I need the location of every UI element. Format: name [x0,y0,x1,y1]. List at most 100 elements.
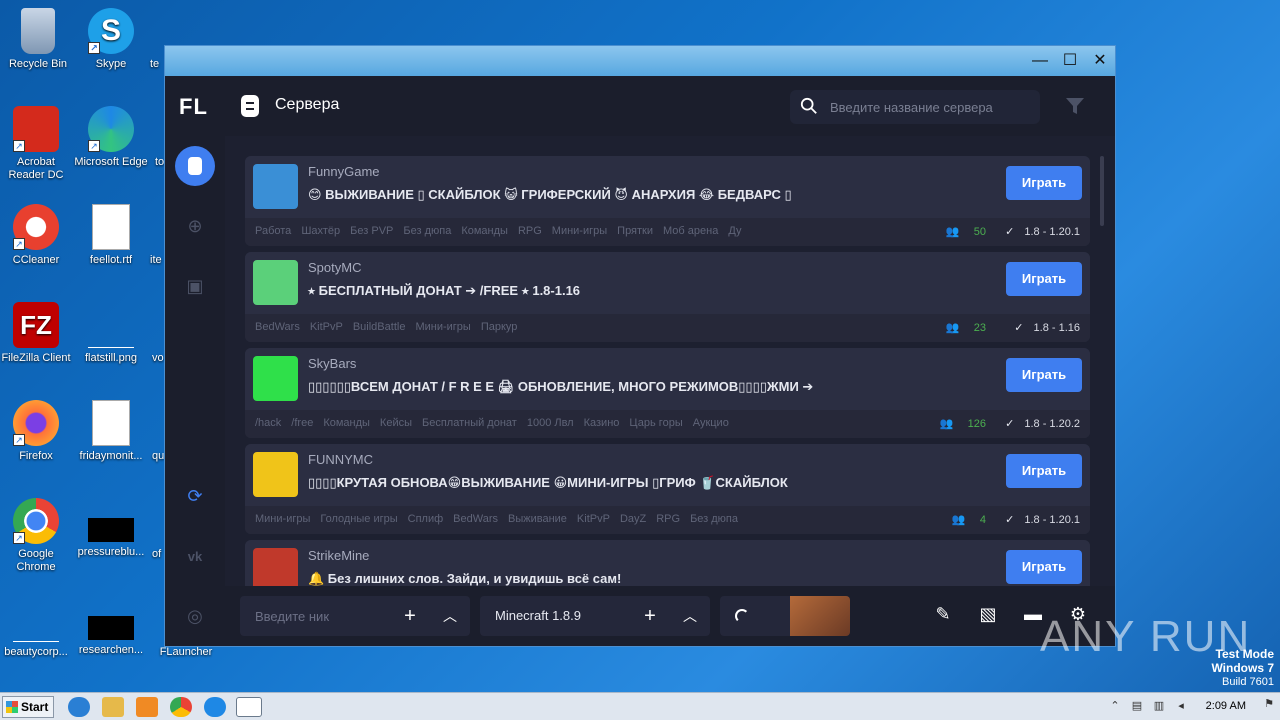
server-tag[interactable]: RPG [656,513,680,525]
desktop-icon-beautycorp[interactable]: beautycorp... [0,596,74,659]
server-tag[interactable]: BuildBattle [353,321,406,333]
server-search[interactable] [790,90,1040,124]
server-tag[interactable]: KitPvP [577,513,610,525]
add-version-button[interactable]: + [630,596,670,636]
desktop-icon-chrome[interactable]: ↗ Google Chrome [0,498,74,574]
flauncher-taskbar-icon[interactable] [236,697,262,717]
clock[interactable]: 2:09 AM [1206,700,1246,712]
server-thumbnail [253,164,298,209]
desktop-icon-filezilla[interactable]: FZ FileZilla Client [0,302,74,365]
sidebar-support-button[interactable]: ◎ [175,596,215,636]
server-tag[interactable]: DayZ [620,513,646,525]
server-tag[interactable]: Мини-игры [415,321,470,333]
server-tag[interactable]: Моб арена [663,225,718,237]
network-icon[interactable]: ▥ [1152,699,1166,713]
server-tag[interactable]: BedWars [255,321,300,333]
server-tag[interactable]: Шахтёр [301,225,340,237]
nickname-input[interactable] [240,596,390,636]
flag-icon[interactable]: ⚑ [1262,697,1276,711]
edit-icon[interactable]: ✎ [932,604,954,626]
ie-icon[interactable] [68,697,90,717]
server-tag[interactable]: Голодные игры [320,513,397,525]
server-card[interactable]: StrikeMine 🔔 Без лишних слов. Зайди, и ув… [245,540,1090,586]
sidebar-refresh-button[interactable]: ⟳ [175,476,215,516]
server-tag[interactable]: Работа [255,225,291,237]
server-tag[interactable]: Казино [584,417,620,429]
server-tag[interactable]: 1000 Лвл [527,417,574,429]
server-tag[interactable]: Без PVP [350,225,393,237]
server-tag[interactable]: Мини-игры [255,513,310,525]
sidebar-gift-button[interactable]: ▣ [175,266,215,306]
window-titlebar[interactable]: — ☐ ✕ [165,46,1115,76]
add-nick-button[interactable]: + [390,596,430,636]
sidebar-servers-button[interactable] [175,146,215,186]
nick-dropdown-button[interactable]: ︿ [430,596,470,636]
server-tag[interactable]: Без дюпа [690,513,738,525]
desktop-icon-skype[interactable]: S ↗ Skype [73,8,149,71]
server-tag[interactable]: Ду [728,225,741,237]
version-range: ✓ 1.8 - 1.20.2 [1005,418,1080,430]
server-card[interactable]: FunnyGame 😊 ВЫЖИВАНИЕ ▯ СКАЙБЛОК 😺 ГРИФЕР… [245,156,1090,246]
sidebar-crosshair-button[interactable]: ⊕ [175,206,215,246]
version-dropdown-button[interactable]: ︿ [670,596,710,636]
scrollbar[interactable] [1100,156,1104,226]
volume-icon[interactable]: ◂ [1174,699,1188,713]
check-icon: ✓ [1005,514,1015,526]
server-tag[interactable]: /hack [255,417,281,429]
desktop-icon-pressureblu[interactable]: pressureblu... [73,498,149,559]
filter-icon[interactable] [1065,96,1085,116]
action-center-icon[interactable]: ▤ [1130,699,1144,713]
image-icon[interactable]: ▧ [977,604,999,626]
play-button[interactable]: Играть [1006,454,1082,488]
server-tag[interactable]: Аукцио [693,417,729,429]
search-input[interactable] [830,90,1030,124]
launch-button[interactable] [720,596,850,636]
players-icon: 👥 [945,322,960,334]
tray-expand-icon[interactable]: ⌃ [1108,699,1122,713]
desktop-icon-edge[interactable]: ↗ Microsoft Edge [73,106,149,169]
minimize-button[interactable]: — [1025,46,1055,76]
server-tag[interactable]: RPG [518,225,542,237]
server-tag[interactable]: Команды [323,417,370,429]
play-button[interactable]: Играть [1006,358,1082,392]
sidebar-vk-button[interactable]: vk [175,536,215,576]
desktop-icon-firefox[interactable]: ↗ Firefox [0,400,74,463]
desktop-icon-ccleaner[interactable]: ↗ CCleaner [0,204,74,267]
version-select[interactable]: Minecraft 1.8.9 + ︿ [480,596,710,636]
server-tag[interactable]: BedWars [453,513,498,525]
desktop-icon-flatstill[interactable]: flatstill.png [73,302,149,365]
media-player-icon[interactable] [136,697,158,717]
server-tag[interactable]: Без дюпа [403,225,451,237]
play-button[interactable]: Играть [1006,166,1082,200]
desktop-icon-acrobat[interactable]: ↗ Acrobat Reader DC [0,106,74,182]
server-tag[interactable]: Кейсы [380,417,412,429]
desktop-icon-researchen[interactable]: researchen... [73,596,149,657]
server-tag[interactable]: KitPvP [310,321,343,333]
explorer-icon[interactable] [102,697,124,717]
server-tag[interactable]: /free [291,417,313,429]
server-tag[interactable]: Мини-игры [552,225,607,237]
desktop-icon-feellot[interactable]: feellot.rtf [73,204,149,267]
desktop-icon-fridaymonit[interactable]: fridaymonit... [73,400,149,463]
server-card[interactable]: FUNNYMC ▯▯▯▯КРУТАЯ ОБНОВА😁ВЫЖИВАНИЕ 😀МИНИ… [245,444,1090,534]
server-tag[interactable]: Команды [461,225,508,237]
server-tag[interactable]: Паркур [481,321,518,333]
close-button[interactable]: ✕ [1085,46,1115,76]
server-tag[interactable]: Выживание [508,513,567,525]
nickname-field[interactable]: + ︿ [240,596,470,636]
play-button[interactable]: Играть [1006,262,1082,296]
server-card[interactable]: SkyBars ▯▯▯▯▯▯ВСЕМ ДОНАТ / F R E E 🖨 ОБНО… [245,348,1090,438]
players-icon: 👥 [951,514,966,526]
server-tag[interactable]: Сплиф [408,513,444,525]
start-button[interactable]: Start [2,696,54,718]
server-description: ▯▯▯▯КРУТАЯ ОБНОВА😁ВЫЖИВАНИЕ 😀МИНИ-ИГРЫ ▯… [308,475,788,490]
server-tag[interactable]: Бесплатный донат [422,417,517,429]
server-card[interactable]: SpotyMC ⭑ БЕСПЛАТНЫЙ ДОНАТ ➔ /FREE ⭑ 1.8-… [245,252,1090,342]
server-tag[interactable]: Прятки [617,225,653,237]
server-tag[interactable]: Царь горы [629,417,682,429]
edge-icon[interactable] [204,697,226,717]
maximize-button[interactable]: ☐ [1055,46,1085,76]
desktop-icon-recycle-bin[interactable]: Recycle Bin [0,8,76,71]
chrome-icon[interactable] [170,697,192,717]
play-button[interactable]: Играть [1006,550,1082,584]
